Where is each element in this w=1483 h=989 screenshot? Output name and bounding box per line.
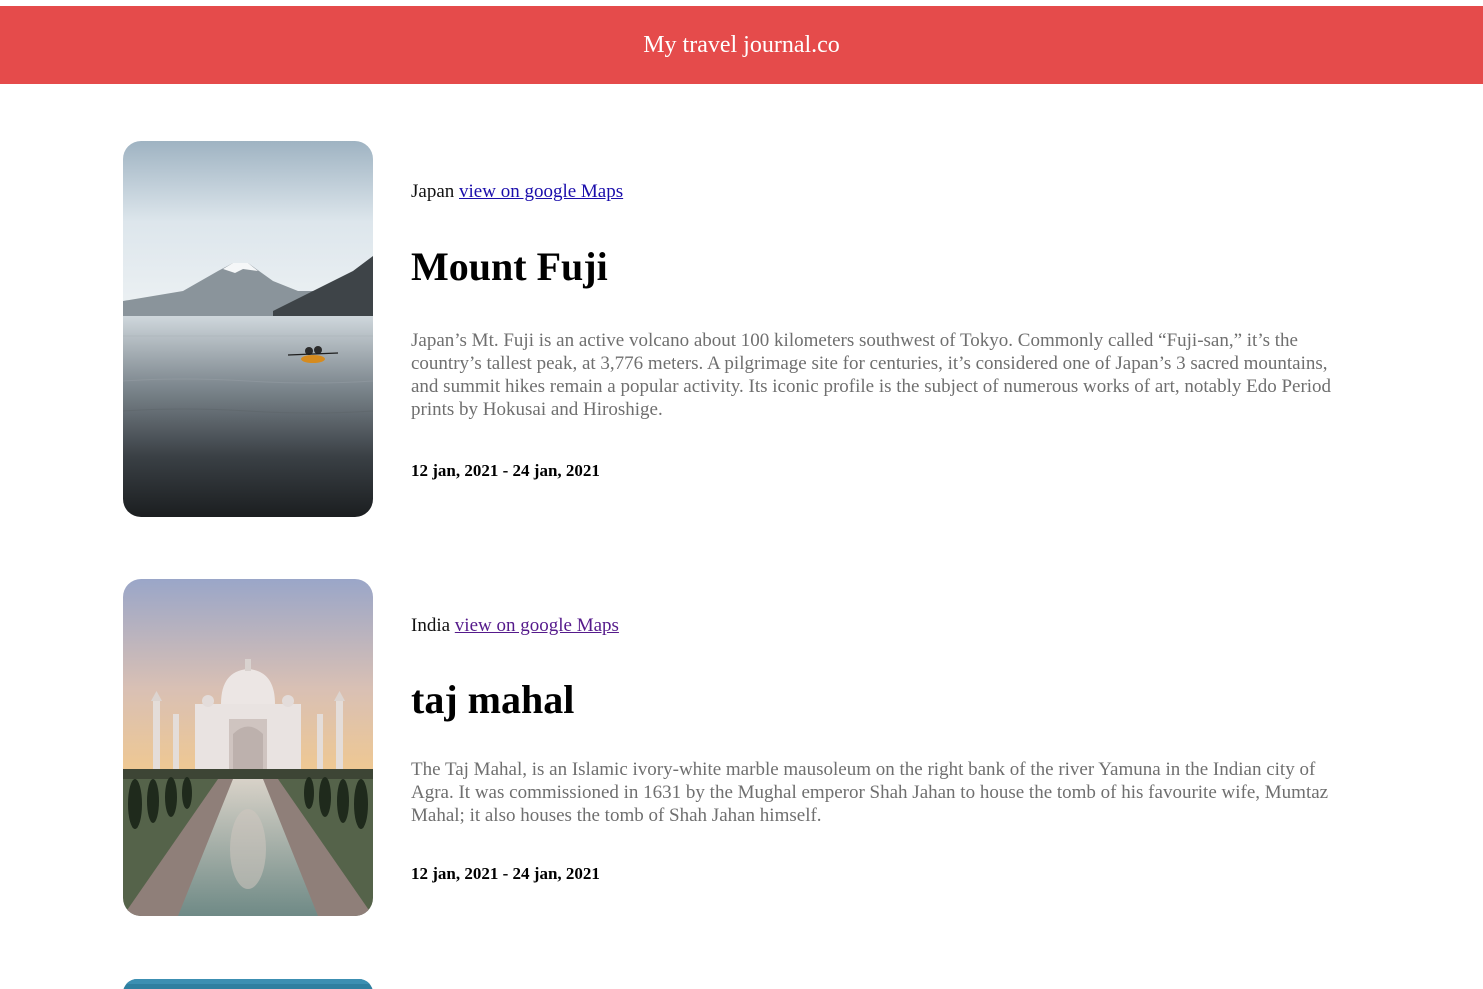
- country-label: India: [411, 615, 451, 636]
- entry-description: Japan’s Mt. Fuji is an active volcano ab…: [411, 330, 1332, 420]
- entry-title: Mount Fuji: [411, 244, 608, 289]
- google-maps-link[interactable]: view on google Maps: [455, 615, 619, 636]
- site-title: My travel journal.co: [643, 31, 840, 58]
- entry-info: Japan view on google Maps Mount Fuji Jap…: [411, 141, 1361, 517]
- entry-dates: 12 jan, 2021 - 24 jan, 2021: [411, 461, 600, 480]
- third-destination-photo: [123, 979, 373, 989]
- site-header: My travel journal.co: [0, 6, 1483, 84]
- google-maps-link[interactable]: view on google Maps: [459, 181, 623, 202]
- taj-mahal-photo: [123, 579, 373, 916]
- journal-entry-partial: [123, 979, 1363, 989]
- entry-info: India view on google Maps taj mahal The …: [411, 579, 1361, 916]
- entry-description: The Taj Mahal, is an Islamic ivory-white…: [411, 759, 1329, 826]
- mount-fuji-photo: [123, 141, 373, 517]
- entry-location: India view on google Maps: [411, 615, 619, 637]
- entry-title: taj mahal: [411, 677, 575, 722]
- entry-location: Japan view on google Maps: [411, 181, 623, 203]
- country-label: Japan: [411, 181, 455, 202]
- journal-entry-mount-fuji: Japan view on google Maps Mount Fuji Jap…: [123, 141, 1363, 517]
- journal-entry-taj-mahal: India view on google Maps taj mahal The …: [123, 579, 1363, 916]
- entry-dates: 12 jan, 2021 - 24 jan, 2021: [411, 864, 600, 883]
- page: My travel journal.co Japan view on googl…: [0, 0, 1483, 989]
